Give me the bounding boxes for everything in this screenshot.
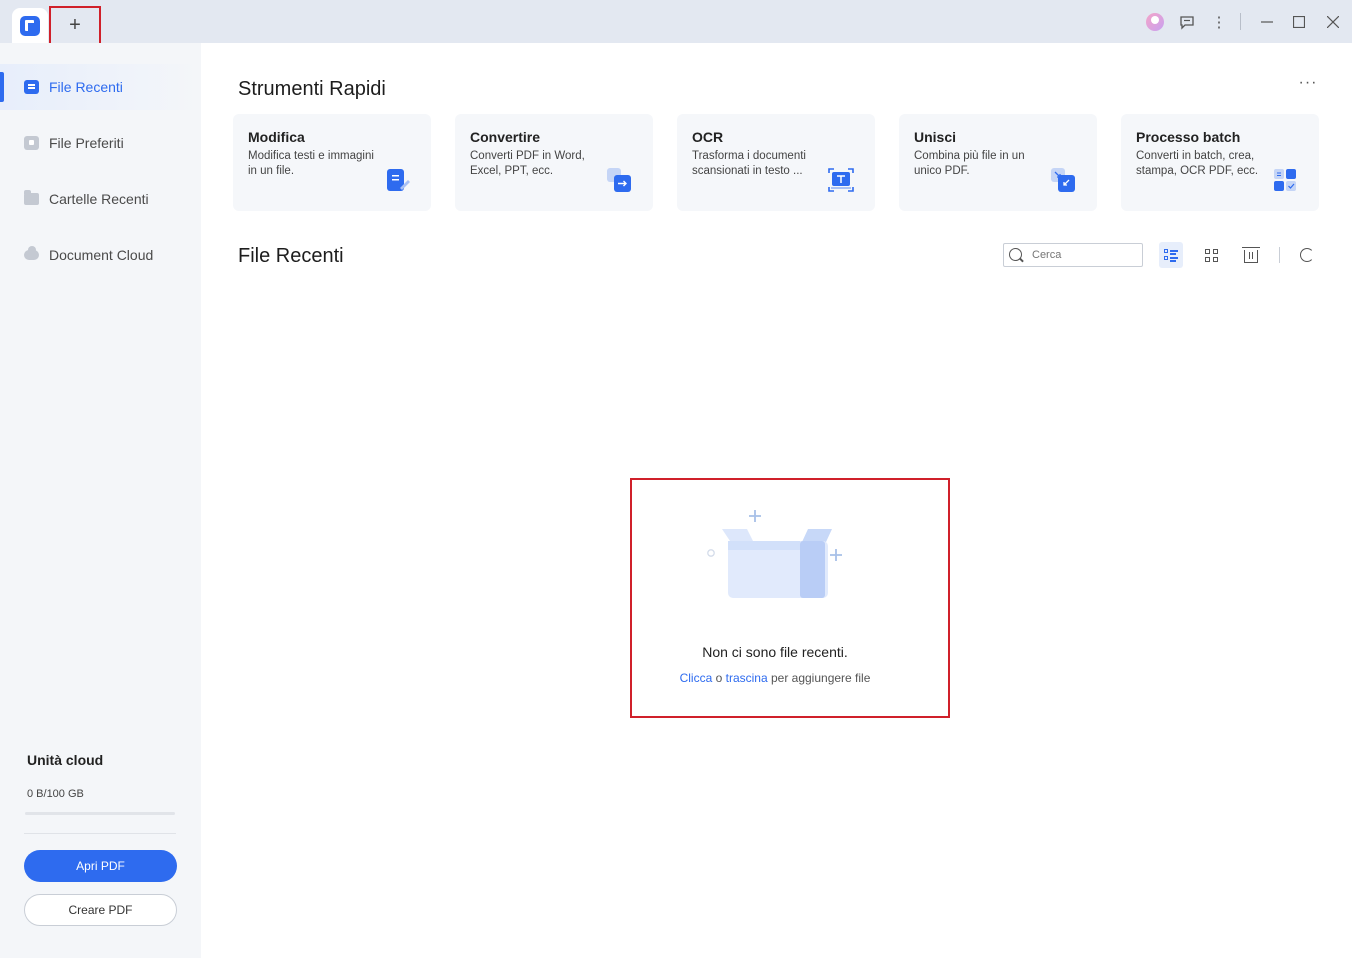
more-options-icon[interactable]: ··· — [1296, 75, 1320, 94]
recent-files-title: File Recenti — [238, 245, 344, 267]
tool-card-title: Processo batch — [1136, 129, 1241, 145]
cloud-storage-title: Unità cloud — [27, 752, 104, 768]
sidebar-item-label: Document Cloud — [49, 247, 154, 263]
quick-tools-title: Strumenti Rapidi — [238, 78, 386, 100]
toolbar-divider — [1279, 247, 1280, 263]
tool-card-convert[interactable]: Convertire Converti PDF in Word, Excel, … — [455, 114, 653, 211]
maximize-icon[interactable] — [1289, 12, 1309, 32]
sidebar: File Recenti File Preferiti Cartelle Rec… — [0, 43, 201, 958]
tool-card-desc: Modifica testi e immagini in un file. — [248, 150, 374, 177]
cloud-icon — [24, 246, 39, 260]
sidebar-item-favorite-files[interactable]: File Preferiti — [0, 120, 201, 166]
tool-card-desc: Converti PDF in Word, Excel, PPT, ecc. — [470, 150, 585, 177]
new-tab-button[interactable]: + — [49, 6, 101, 45]
convert-icon — [607, 168, 631, 192]
empty-hint-or: o — [712, 671, 726, 685]
tool-card-title: Modifica — [248, 129, 305, 145]
open-pdf-button[interactable]: Apri PDF — [24, 850, 177, 882]
user-avatar-icon[interactable] — [1146, 13, 1164, 31]
cloud-storage-bar — [25, 812, 175, 815]
trash-icon — [1242, 247, 1260, 263]
empty-state-title: Non ci sono file recenti. — [702, 644, 848, 660]
list-view-icon — [1164, 249, 1178, 262]
titlebar-divider — [1240, 13, 1241, 30]
merge-icon — [1051, 168, 1075, 192]
create-pdf-button[interactable]: Creare PDF — [24, 894, 177, 926]
recent-file-icon — [24, 80, 39, 94]
minimize-icon[interactable] — [1257, 12, 1277, 32]
sidebar-item-recent-files[interactable]: File Recenti — [0, 64, 201, 110]
tool-card-desc: Converti in batch, crea, stampa, OCR PDF… — [1136, 150, 1259, 177]
tool-card-title: Unisci — [914, 129, 957, 145]
sidebar-item-label: File Recenti — [49, 79, 123, 95]
tool-card-title: OCR — [692, 129, 724, 145]
search-icon — [1009, 248, 1022, 261]
empty-box-icon — [707, 510, 842, 598]
drag-link[interactable]: trascina — [726, 671, 768, 685]
tool-card-desc: Combina più file in un unico PDF. — [914, 150, 1025, 177]
grid-view-icon — [1204, 248, 1218, 262]
favorite-file-icon — [24, 136, 39, 150]
trash-button[interactable] — [1239, 242, 1263, 268]
title-bar: + ⋮ — [0, 0, 1352, 45]
tool-card-ocr[interactable]: OCR Trasforma i documenti scansionati in… — [677, 114, 875, 211]
ocr-icon — [828, 168, 854, 192]
grid-view-button[interactable] — [1199, 242, 1223, 268]
sidebar-item-label: Cartelle Recenti — [49, 191, 149, 207]
more-vertical-icon[interactable]: ⋮ — [1209, 12, 1229, 32]
home-tab[interactable] — [12, 8, 48, 43]
batch-icon — [1274, 169, 1296, 191]
tool-card-title: Convertire — [470, 129, 541, 145]
tool-card-edit[interactable]: Modifica Modifica testi e immagini in un… — [233, 114, 431, 211]
tool-card-batch[interactable]: Processo batch Converti in batch, crea, … — [1121, 114, 1319, 211]
empty-state-hint: Clicca o trascina per aggiungere file — [630, 671, 920, 685]
search-input[interactable] — [1003, 243, 1143, 267]
empty-hint-rest: per aggiungere file — [767, 671, 871, 685]
cloud-storage-usage: 0 B/100 GB — [27, 788, 84, 800]
list-view-button[interactable] — [1159, 242, 1183, 268]
sidebar-item-recent-folders[interactable]: Cartelle Recenti — [0, 176, 201, 222]
app-logo-icon — [20, 15, 40, 36]
sidebar-item-document-cloud[interactable]: Document Cloud — [0, 232, 201, 278]
folder-icon — [24, 190, 39, 205]
tool-card-desc: Trasforma i documenti scansionati in tes… — [692, 150, 806, 177]
tool-card-merge[interactable]: Unisci Combina più file in un unico PDF. — [899, 114, 1097, 211]
refresh-icon[interactable] — [1300, 248, 1314, 262]
sidebar-item-label: File Preferiti — [49, 135, 124, 151]
sidebar-divider — [24, 833, 176, 834]
feedback-icon[interactable] — [1177, 12, 1197, 32]
edit-icon — [387, 169, 410, 191]
click-link[interactable]: Clicca — [680, 671, 713, 685]
close-icon[interactable] — [1323, 12, 1343, 32]
